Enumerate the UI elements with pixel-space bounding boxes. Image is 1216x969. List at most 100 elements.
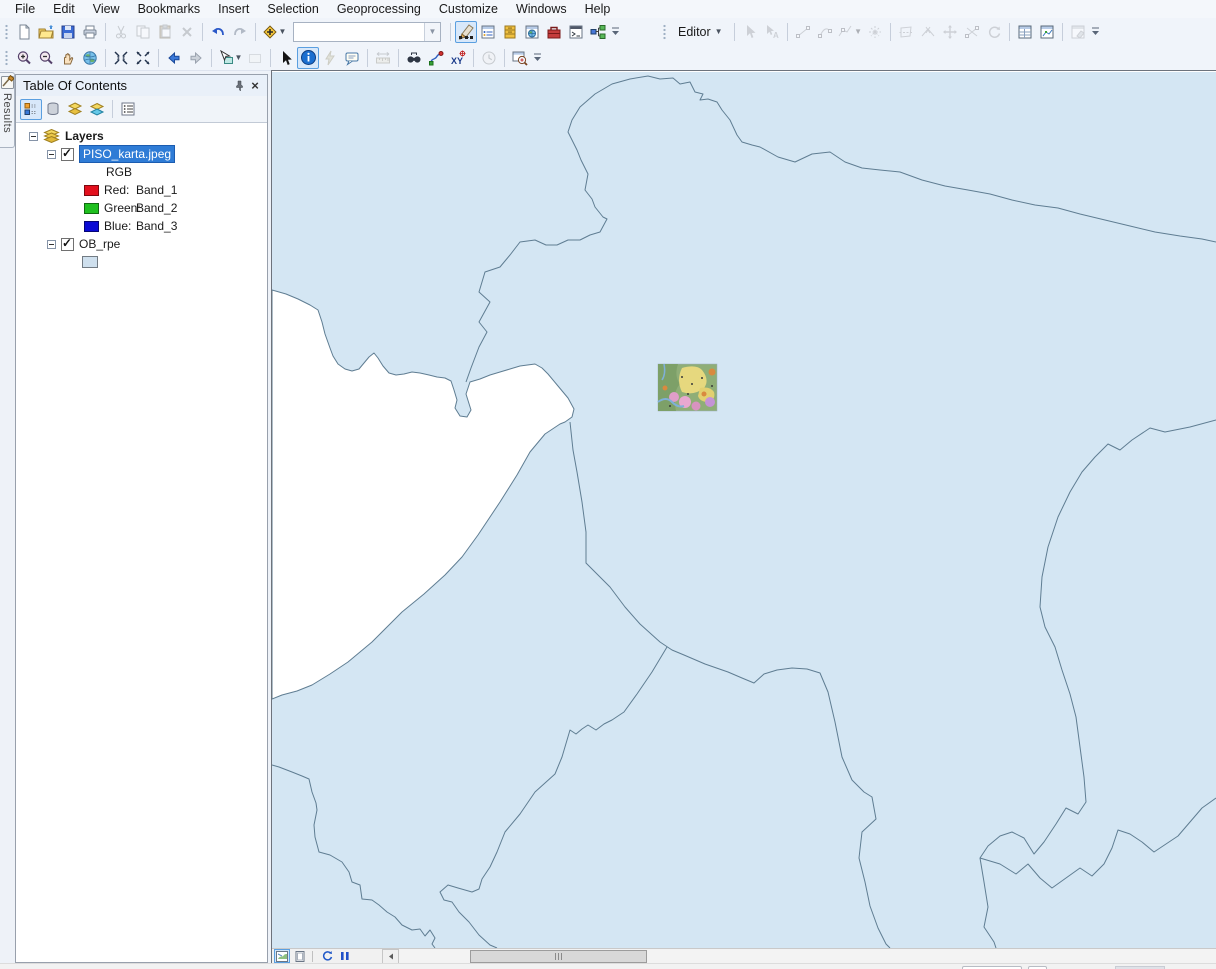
catalog-window-button[interactable]	[499, 21, 521, 43]
scroll-left-button[interactable]	[382, 949, 399, 964]
undo-button[interactable]	[207, 21, 229, 43]
pin-button[interactable]	[231, 78, 247, 94]
tree-row-raster-layer[interactable]: PISO_karta.jpeg	[16, 145, 267, 163]
forward-extent-button[interactable]	[185, 47, 207, 69]
full-extent-button[interactable]	[79, 47, 101, 69]
viewer-window-button[interactable]	[509, 47, 531, 69]
find-button[interactable]	[403, 47, 425, 69]
menu-help[interactable]: Help	[576, 1, 620, 17]
collapse-expander[interactable]	[47, 150, 56, 159]
collapse-expander[interactable]	[29, 132, 38, 141]
results-tab[interactable]: Results	[0, 72, 15, 148]
zoom-in-button[interactable]	[13, 47, 35, 69]
menu-insert[interactable]: Insert	[209, 1, 258, 17]
menu-customize[interactable]: Customize	[430, 1, 507, 17]
search-window-button[interactable]	[521, 21, 543, 43]
close-button[interactable]: ×	[247, 78, 263, 94]
separator	[105, 49, 106, 67]
chevron-down-icon: ▼	[279, 28, 287, 36]
find-route-icon	[428, 50, 444, 66]
layout-view-button[interactable]	[292, 949, 308, 963]
chevron-down-icon: ▼	[854, 28, 862, 36]
menu-selection[interactable]: Selection	[258, 1, 327, 17]
select-features-button[interactable]: ▼	[216, 47, 244, 69]
sketch-properties-button[interactable]	[1036, 21, 1058, 43]
python-window-button[interactable]	[565, 21, 587, 43]
list-by-drawing-order-button[interactable]	[20, 99, 42, 120]
lightning-icon	[322, 50, 338, 66]
vector-symbol-swatch[interactable]	[82, 256, 98, 268]
menu-geoprocessing[interactable]: Geoprocessing	[328, 1, 430, 17]
data-view-button[interactable]	[274, 949, 290, 963]
toolbar-options-button[interactable]	[531, 47, 544, 69]
find-route-button[interactable]	[425, 47, 447, 69]
select-elements-button[interactable]	[275, 47, 297, 69]
midpoint-star-icon	[867, 24, 883, 40]
editor-menu-button[interactable]: Editor ▼	[671, 22, 730, 42]
menu-file[interactable]: File	[6, 1, 44, 17]
scrollbar-thumb[interactable]	[470, 950, 647, 963]
open-button[interactable]	[35, 21, 57, 43]
layers-root-label[interactable]: Layers	[65, 129, 104, 143]
arctoolbox-window-button[interactable]	[543, 21, 565, 43]
list-by-visibility-button[interactable]	[64, 99, 86, 120]
zoom-out-button[interactable]	[35, 47, 57, 69]
refresh-view-button[interactable]	[319, 949, 335, 963]
fixed-zoom-out-button[interactable]	[132, 47, 154, 69]
pan-button[interactable]	[57, 47, 79, 69]
collapse-expander[interactable]	[47, 240, 56, 249]
toolbar-grip[interactable]	[662, 24, 667, 40]
modelbuilder-window-button[interactable]	[587, 21, 609, 43]
separator	[105, 23, 106, 41]
menu-edit[interactable]: Edit	[44, 1, 84, 17]
toolbar-grip[interactable]	[4, 50, 9, 66]
identify-button[interactable]	[297, 47, 319, 69]
save-button[interactable]	[57, 21, 79, 43]
pause-drawing-button[interactable]	[337, 949, 353, 963]
raster-thumbnail[interactable]	[658, 364, 717, 411]
toolbar-options-button[interactable]	[1089, 21, 1102, 43]
tree-row-layers[interactable]: Layers	[16, 127, 267, 145]
separator	[112, 100, 113, 118]
raster-layer-name[interactable]: PISO_karta.jpeg	[79, 145, 175, 163]
menu-windows[interactable]: Windows	[507, 1, 576, 17]
vector-layer-name[interactable]: OB_rpe	[79, 237, 120, 251]
sketch-properties-icon	[1039, 24, 1055, 40]
map-view[interactable]	[272, 72, 1216, 948]
modelbuilder-icon	[590, 24, 606, 40]
html-popup-button[interactable]	[341, 47, 363, 69]
tree-row-vector-symbol[interactable]	[16, 253, 267, 271]
editor-pencil-icon	[457, 23, 475, 41]
back-extent-button[interactable]	[163, 47, 185, 69]
horizontal-scrollbar[interactable]	[382, 949, 1216, 964]
list-by-source-button[interactable]	[42, 99, 64, 120]
separator	[255, 23, 256, 41]
edit-annotation-tool-button: A	[761, 21, 783, 43]
fixed-zoom-in-button[interactable]	[110, 47, 132, 69]
chevron-down-icon[interactable]: ▼	[424, 23, 440, 41]
editor-toolbar-toggle-button[interactable]	[455, 21, 477, 43]
add-data-button[interactable]: ▼	[260, 21, 288, 43]
menu-bookmarks[interactable]: Bookmarks	[129, 1, 210, 17]
map-scale-value[interactable]	[294, 23, 424, 41]
tree-row-vector-layer[interactable]: OB_rpe	[16, 235, 267, 253]
fixed-zoom-out-icon	[135, 50, 151, 66]
layer-visibility-checkbox[interactable]	[61, 238, 74, 251]
toolbar-grip[interactable]	[4, 24, 9, 40]
attributes-button[interactable]	[1014, 21, 1036, 43]
toc-header[interactable]: Table Of Contents ×	[16, 75, 267, 96]
layout-view-icon	[294, 951, 306, 962]
search-globe-icon	[524, 24, 540, 40]
toc-options-button[interactable]	[117, 99, 139, 120]
list-by-selection-button[interactable]	[86, 99, 108, 120]
new-document-button[interactable]	[13, 21, 35, 43]
go-to-xy-button[interactable]: XY	[447, 47, 469, 69]
modify-feature-button	[939, 21, 961, 43]
table-of-contents-window-button[interactable]	[477, 21, 499, 43]
menu-view[interactable]: View	[84, 1, 129, 17]
toolbar-options-button[interactable]	[609, 21, 622, 43]
print-button[interactable]	[79, 21, 101, 43]
redo-button[interactable]	[229, 21, 251, 43]
layer-visibility-checkbox[interactable]	[61, 148, 74, 161]
map-scale-combobox[interactable]: ▼	[293, 22, 441, 42]
